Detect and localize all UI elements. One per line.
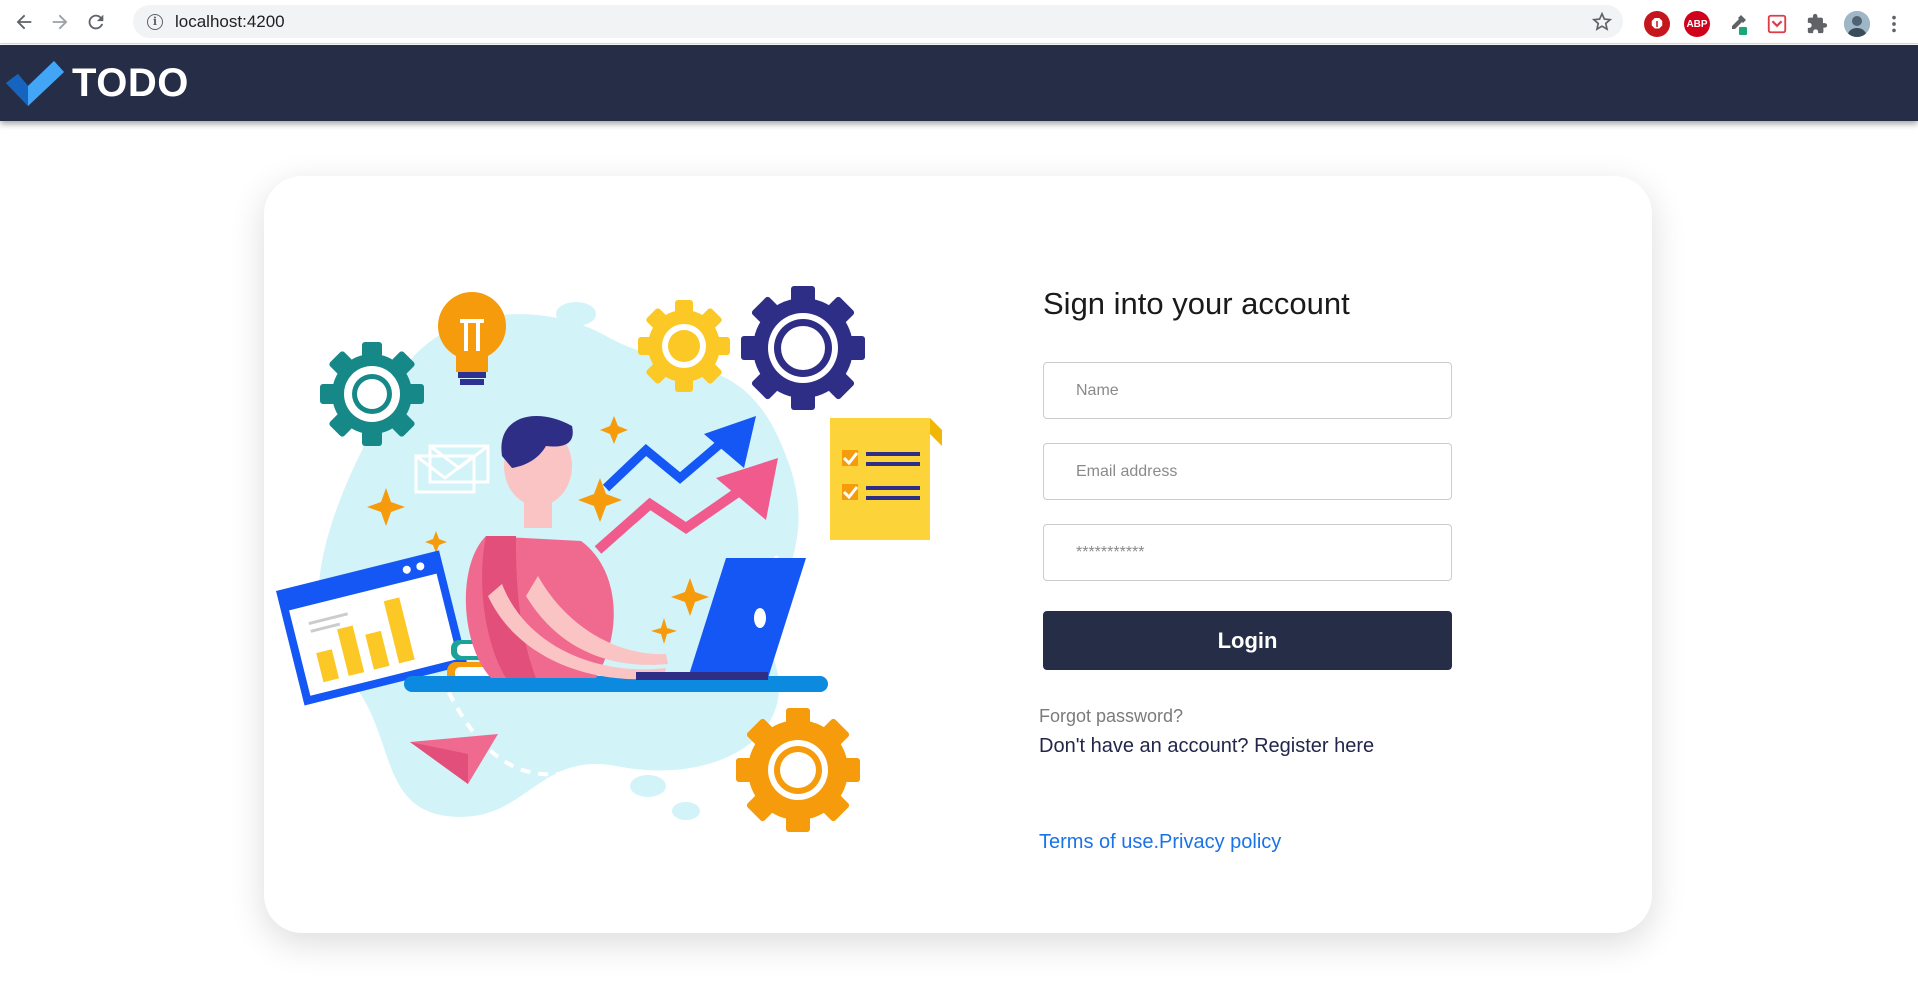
checklist-icon	[830, 418, 942, 540]
name-input[interactable]	[1043, 362, 1452, 419]
brand-title[interactable]: TODO	[72, 61, 189, 106]
login-button[interactable]: Login	[1043, 611, 1452, 670]
form-title: Sign into your account	[1043, 286, 1350, 321]
pocket-icon[interactable]	[1764, 11, 1790, 37]
profile-avatar-icon[interactable]	[1844, 11, 1870, 37]
address-bar[interactable]: i localhost:4200	[133, 5, 1623, 38]
terms-link[interactable]: Terms of use.	[1039, 831, 1159, 853]
reload-icon[interactable]	[78, 4, 114, 40]
workspace-illustration	[276, 286, 942, 832]
eyedropper-icon[interactable]	[1724, 11, 1750, 37]
puzzle-icon[interactable]	[1804, 11, 1830, 37]
checkmark-logo-icon[interactable]	[4, 57, 66, 109]
privacy-link[interactable]: Privacy policy	[1159, 831, 1281, 853]
abp-label: ABP	[1686, 18, 1708, 30]
orange-gear-icon	[736, 708, 860, 832]
back-arrow-icon[interactable]	[6, 4, 42, 40]
navy-gear-icon	[741, 286, 865, 410]
email-input[interactable]	[1043, 443, 1452, 500]
yellow-gear-icon	[638, 300, 730, 392]
url-text: localhost:4200	[175, 11, 285, 31]
ublock-icon[interactable]	[1644, 11, 1670, 37]
adblock-plus-icon[interactable]: ABP	[1684, 11, 1710, 37]
forward-arrow-icon[interactable]	[42, 4, 78, 40]
register-link[interactable]: Don't have an account? Register here	[1039, 735, 1459, 758]
bookmark-star-icon[interactable]	[1591, 11, 1613, 33]
password-input[interactable]	[1043, 524, 1452, 581]
site-info-icon[interactable]: i	[147, 13, 163, 30]
app-header: TODO	[0, 45, 1918, 121]
legal-links: Terms of use.Privacy policy	[1039, 831, 1281, 854]
forgot-password-link[interactable]: Forgot password?	[1039, 706, 1459, 727]
login-form: Sign into your account Login Forgot pass…	[1039, 286, 1459, 758]
extensions-area: ABP	[1644, 6, 1918, 42]
menu-kebab-icon[interactable]	[1884, 6, 1904, 42]
browser-toolbar: i localhost:4200 ABP	[0, 0, 1918, 44]
teal-gear-icon	[320, 342, 424, 446]
login-card: Sign into your account Login Forgot pass…	[264, 176, 1652, 933]
